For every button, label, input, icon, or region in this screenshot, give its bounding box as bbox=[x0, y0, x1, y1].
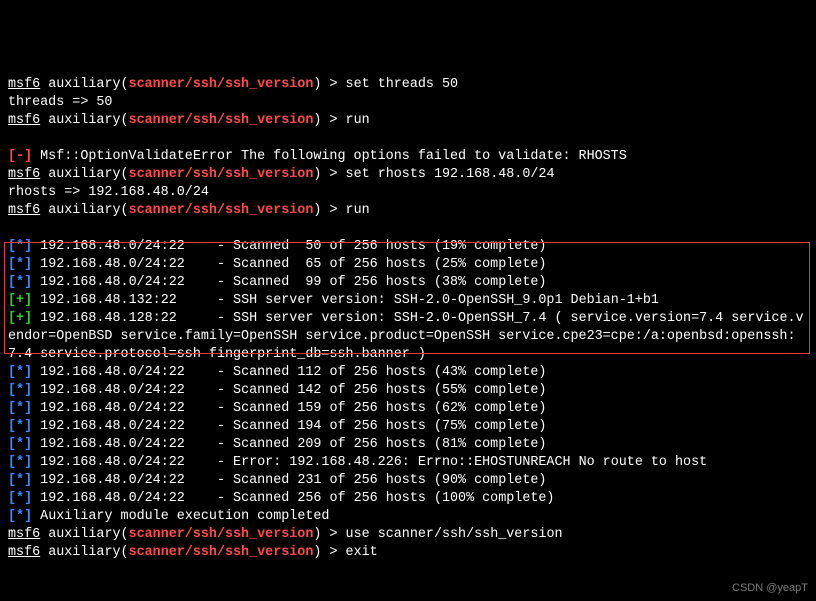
plus-open: [ bbox=[8, 311, 16, 326]
prompt-msf6: msf6 bbox=[8, 77, 40, 92]
star-close: ] bbox=[24, 383, 32, 398]
star-close: ] bbox=[24, 401, 32, 416]
star-close: ] bbox=[24, 491, 32, 506]
star-open: [ bbox=[8, 419, 16, 434]
star-close: ] bbox=[24, 257, 32, 272]
prompt-aux: auxiliary( bbox=[40, 203, 128, 218]
star-close: ] bbox=[24, 275, 32, 290]
cmd-set-rhosts: set rhosts 192.168.48.0/24 bbox=[346, 167, 555, 182]
prompt-close: ) > bbox=[313, 77, 345, 92]
scan-line: 192.168.48.0/24:22 - Scanned 159 of 256 … bbox=[32, 401, 546, 416]
star-icon: * bbox=[16, 473, 24, 488]
prompt-msf6: msf6 bbox=[8, 545, 40, 560]
plus-open: [ bbox=[8, 293, 16, 308]
star-open: [ bbox=[8, 473, 16, 488]
prompt-msf6: msf6 bbox=[8, 113, 40, 128]
star-open: [ bbox=[8, 509, 16, 524]
scan-line: 192.168.48.0/24:22 - Scanned 142 of 256 … bbox=[32, 383, 546, 398]
prompt-close: ) > bbox=[313, 545, 345, 560]
star-close: ] bbox=[24, 365, 32, 380]
prompt-aux: auxiliary( bbox=[40, 545, 128, 560]
star-icon: * bbox=[16, 275, 24, 290]
plus-close: ] bbox=[24, 311, 32, 326]
prompt-aux: auxiliary( bbox=[40, 527, 128, 542]
star-icon: * bbox=[16, 437, 24, 452]
echo-rhosts: rhosts => 192.168.48.0/24 bbox=[8, 185, 209, 200]
scan-line: 192.168.48.0/24:22 - Scanned 209 of 256 … bbox=[32, 437, 546, 452]
star-open: [ bbox=[8, 383, 16, 398]
error-msg: Msf::OptionValidateError The following o… bbox=[32, 149, 627, 164]
star-open: [ bbox=[8, 365, 16, 380]
ssh-found-1: 192.168.48.132:22 - SSH server version: … bbox=[32, 293, 659, 308]
star-open: [ bbox=[8, 437, 16, 452]
star-icon: * bbox=[16, 365, 24, 380]
terminal-output[interactable]: msf6 auxiliary(scanner/ssh/ssh_version) … bbox=[8, 76, 810, 562]
cmd-run: run bbox=[346, 113, 370, 128]
plus-icon: + bbox=[16, 293, 24, 308]
star-close: ] bbox=[24, 437, 32, 452]
plus-close: ] bbox=[24, 293, 32, 308]
prompt-msf6: msf6 bbox=[8, 167, 40, 182]
cmd-exit: exit bbox=[346, 545, 378, 560]
prompt-module: scanner/ssh/ssh_version bbox=[129, 203, 314, 218]
star-icon: * bbox=[16, 401, 24, 416]
star-icon: * bbox=[16, 383, 24, 398]
prompt-close: ) > bbox=[313, 203, 345, 218]
star-close: ] bbox=[24, 509, 32, 524]
star-open: [ bbox=[8, 491, 16, 506]
star-icon: * bbox=[16, 239, 24, 254]
scan-line: 192.168.48.0/24:22 - Scanned 50 of 256 h… bbox=[32, 239, 546, 254]
prompt-module: scanner/ssh/ssh_version bbox=[129, 545, 314, 560]
ssh-found-2: 192.168.48.128:22 - SSH server version: … bbox=[8, 311, 804, 362]
prompt-close: ) > bbox=[313, 527, 345, 542]
scan-line: 192.168.48.0/24:22 - Scanned 112 of 256 … bbox=[32, 365, 546, 380]
aux-done: Auxiliary module execution completed bbox=[32, 509, 329, 524]
prompt-module: scanner/ssh/ssh_version bbox=[129, 113, 314, 128]
prompt-aux: auxiliary( bbox=[40, 113, 128, 128]
star-icon: * bbox=[16, 419, 24, 434]
scan-line: 192.168.48.0/24:22 - Scanned 256 of 256 … bbox=[32, 491, 554, 506]
prompt-module: scanner/ssh/ssh_version bbox=[129, 527, 314, 542]
prompt-module: scanner/ssh/ssh_version bbox=[129, 77, 314, 92]
cmd-use: use scanner/ssh/ssh_version bbox=[346, 527, 563, 542]
prompt-module: scanner/ssh/ssh_version bbox=[129, 167, 314, 182]
star-open: [ bbox=[8, 455, 16, 470]
error-tag: [-] bbox=[8, 149, 32, 164]
plus-icon: + bbox=[16, 311, 24, 326]
prompt-close: ) > bbox=[313, 167, 345, 182]
star-close: ] bbox=[24, 473, 32, 488]
star-icon: * bbox=[16, 257, 24, 272]
prompt-close: ) > bbox=[313, 113, 345, 128]
scan-line: 192.168.48.0/24:22 - Scanned 194 of 256 … bbox=[32, 419, 546, 434]
scan-line: 192.168.48.0/24:22 - Scanned 99 of 256 h… bbox=[32, 275, 546, 290]
star-open: [ bbox=[8, 257, 16, 272]
star-close: ] bbox=[24, 419, 32, 434]
prompt-aux: auxiliary( bbox=[40, 167, 128, 182]
watermark: CSDN @yeapT bbox=[732, 579, 808, 597]
scan-line: 192.168.48.0/24:22 - Scanned 65 of 256 h… bbox=[32, 257, 546, 272]
prompt-msf6: msf6 bbox=[8, 527, 40, 542]
star-icon: * bbox=[16, 455, 24, 470]
star-close: ] bbox=[24, 239, 32, 254]
prompt-msf6: msf6 bbox=[8, 203, 40, 218]
star-icon: * bbox=[16, 491, 24, 506]
star-icon: * bbox=[16, 509, 24, 524]
star-open: [ bbox=[8, 401, 16, 416]
scan-line: 192.168.48.0/24:22 - Scanned 231 of 256 … bbox=[32, 473, 546, 488]
cmd-set-threads: set threads 50 bbox=[346, 77, 459, 92]
prompt-aux: auxiliary( bbox=[40, 77, 128, 92]
star-open: [ bbox=[8, 275, 16, 290]
scan-line: 192.168.48.0/24:22 - Error: 192.168.48.2… bbox=[32, 455, 707, 470]
echo-threads: threads => 50 bbox=[8, 95, 112, 110]
cmd-run-2: run bbox=[346, 203, 370, 218]
star-open: [ bbox=[8, 239, 16, 254]
star-close: ] bbox=[24, 455, 32, 470]
